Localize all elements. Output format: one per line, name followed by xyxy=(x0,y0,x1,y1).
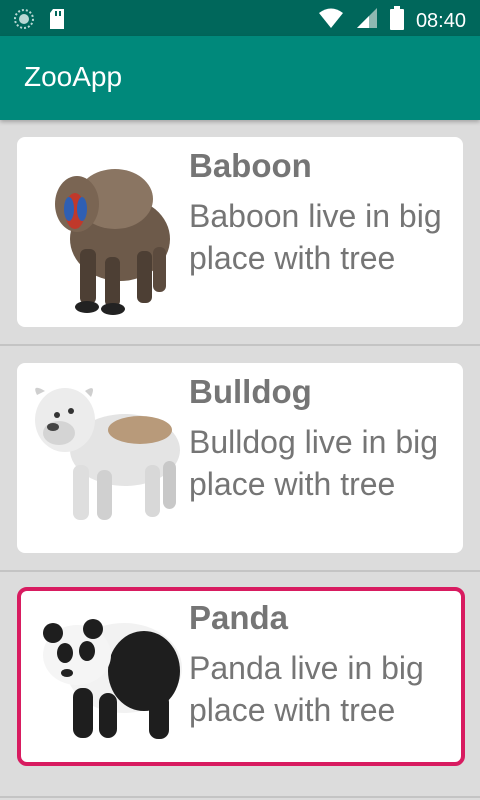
divider xyxy=(0,796,480,798)
panda-image xyxy=(29,593,189,762)
animal-description: Bulldog live in big place with tree xyxy=(189,424,439,502)
animal-card-baboon[interactable]: Baboon Baboon live in big place with tre… xyxy=(17,137,463,327)
list-item[interactable]: Panda Panda live in big place with tree xyxy=(0,572,480,798)
signal-icon xyxy=(356,7,378,34)
sd-card-icon xyxy=(48,8,66,35)
animal-card-panda[interactable]: Panda Panda live in big place with tree xyxy=(17,587,465,766)
animal-card-bulldog[interactable]: Bulldog Bulldog live in big place with t… xyxy=(17,363,463,553)
animal-description: Baboon live in big place with tree xyxy=(189,198,442,276)
battery-icon xyxy=(389,6,404,35)
bulldog-image xyxy=(25,365,185,551)
list-item[interactable]: Bulldog Bulldog live in big place with t… xyxy=(0,346,480,572)
app-title: ZooApp xyxy=(24,61,123,92)
animal-name: Panda xyxy=(189,599,289,636)
wifi-icon xyxy=(318,7,344,34)
status-bar: 08:40 xyxy=(0,0,480,36)
animal-description: Panda live in big place with tree xyxy=(189,650,424,728)
animal-name: Baboon xyxy=(189,147,312,184)
animal-list[interactable]: Baboon Baboon live in big place with tre… xyxy=(0,120,480,798)
animal-name: Bulldog xyxy=(189,373,312,410)
android-circle-icon xyxy=(14,9,34,34)
baboon-image xyxy=(25,139,185,325)
status-time: 08:40 xyxy=(415,9,466,32)
list-item[interactable]: Baboon Baboon live in big place with tre… xyxy=(0,120,480,346)
app-bar: ZooApp xyxy=(0,36,480,120)
